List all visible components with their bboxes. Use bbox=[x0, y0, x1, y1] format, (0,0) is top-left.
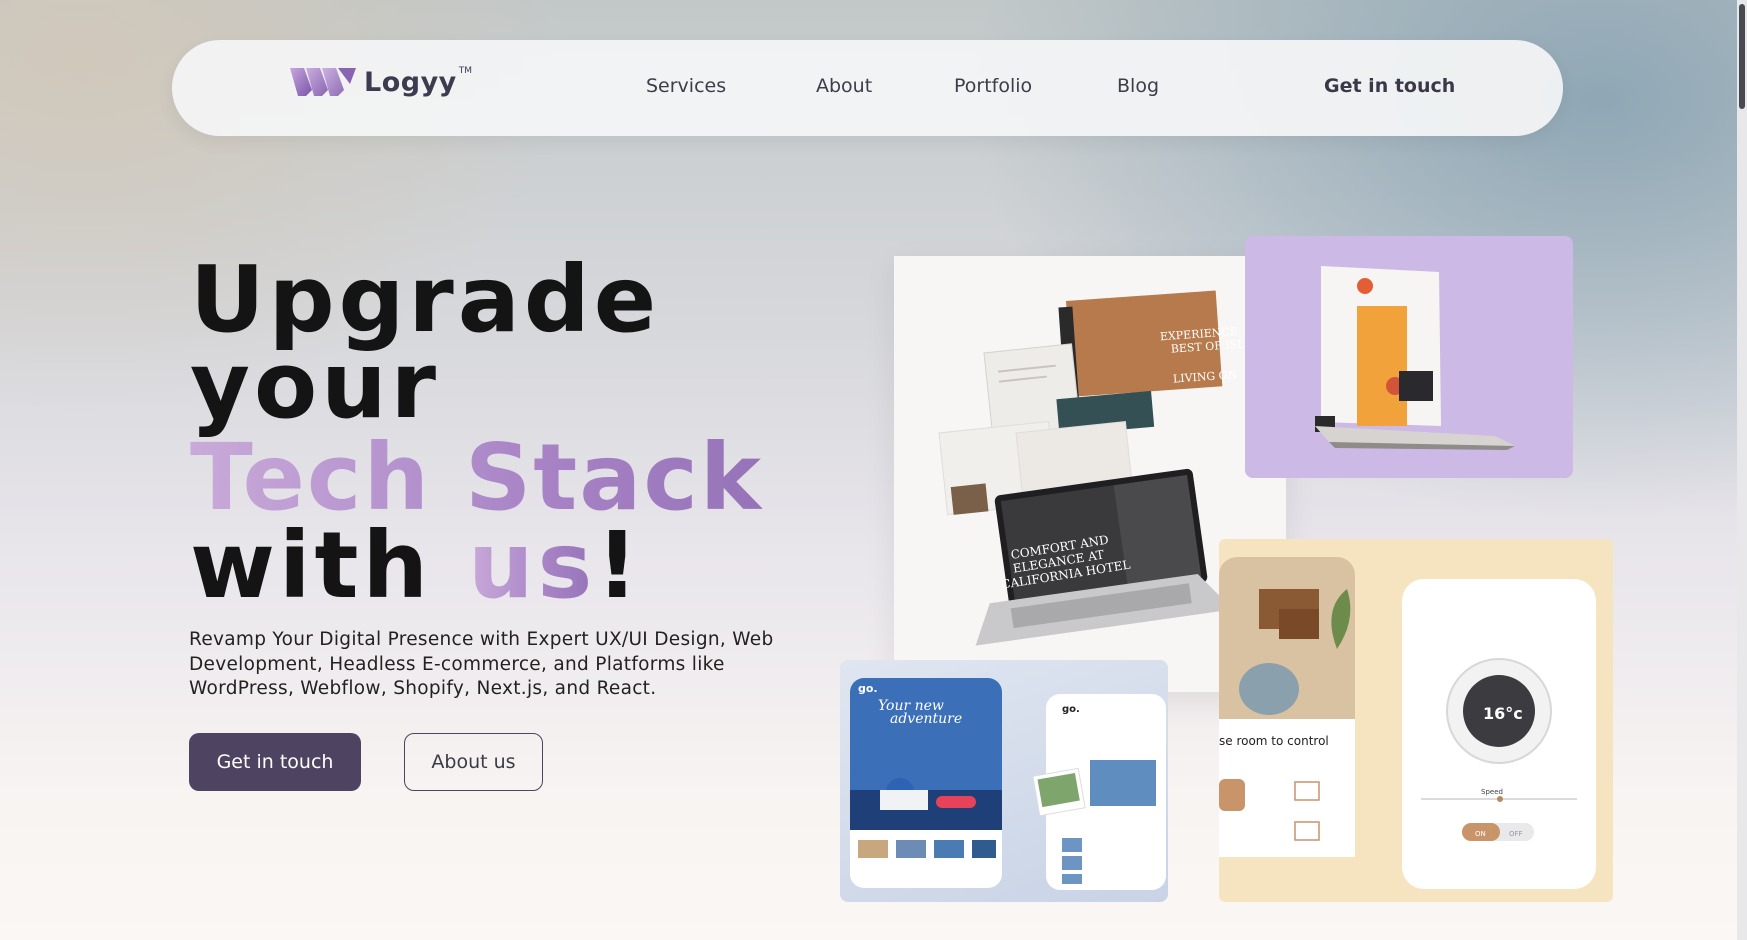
sport-laptop-illustration bbox=[1315, 266, 1515, 450]
nav-link-portfolio[interactable]: Portfolio bbox=[954, 75, 1032, 97]
nav-get-in-touch-link[interactable]: Get in touch bbox=[1324, 75, 1455, 97]
get-in-touch-button[interactable]: Get in touch bbox=[189, 733, 361, 791]
top-navbar: Logyy TM Services About Portfolio Blog G… bbox=[172, 40, 1563, 136]
sport-website-mockup-card bbox=[1245, 236, 1573, 478]
nav-link-services[interactable]: Services bbox=[646, 75, 726, 97]
toggle-off-label: OFF bbox=[1509, 830, 1523, 838]
nav-link-blog[interactable]: Blog bbox=[1117, 75, 1159, 97]
smart-home-illustration: se room to control 16°c Speed ON OFF bbox=[1219, 557, 1596, 889]
temperature-readout: 16°c bbox=[1483, 704, 1523, 723]
travel-app-illustration: go. Your new adventure go. bbox=[850, 678, 1166, 890]
smart-room-prompt: se room to control bbox=[1219, 734, 1329, 748]
hero-line-4-end: ! bbox=[596, 512, 643, 619]
nav-link-about[interactable]: About bbox=[816, 75, 872, 97]
scrollbar-thumb[interactable] bbox=[1739, 4, 1745, 109]
brand-name: Logyy bbox=[364, 66, 457, 98]
hero-line-4: with us! bbox=[190, 520, 642, 612]
hero-description: Revamp Your Digital Presence with Expert… bbox=[189, 629, 774, 699]
brand-logo[interactable]: Logyy TM bbox=[290, 66, 476, 98]
smart-home-app-mockup-card: se room to control 16°c Speed ON OFF bbox=[1219, 539, 1613, 902]
travel-brand-left: go. bbox=[858, 682, 878, 695]
about-us-button[interactable]: About us bbox=[404, 733, 543, 791]
travel-brand-right: go. bbox=[1062, 704, 1080, 715]
hero-line-4-start: with bbox=[190, 512, 469, 619]
trademark-sign: TM bbox=[458, 66, 473, 76]
toggle-on-label: ON bbox=[1475, 830, 1486, 838]
hero-line-3-highlight: Tech Stack bbox=[190, 424, 764, 531]
page-scrollbar[interactable] bbox=[1737, 0, 1747, 940]
hero-line-4-highlight: us bbox=[468, 512, 597, 619]
travel-app-mockup-card: go. Your new adventure go. bbox=[840, 660, 1168, 902]
speed-label: Speed bbox=[1481, 788, 1503, 796]
hero-line-2: your bbox=[190, 332, 441, 439]
logo-mark-icon bbox=[290, 68, 356, 96]
